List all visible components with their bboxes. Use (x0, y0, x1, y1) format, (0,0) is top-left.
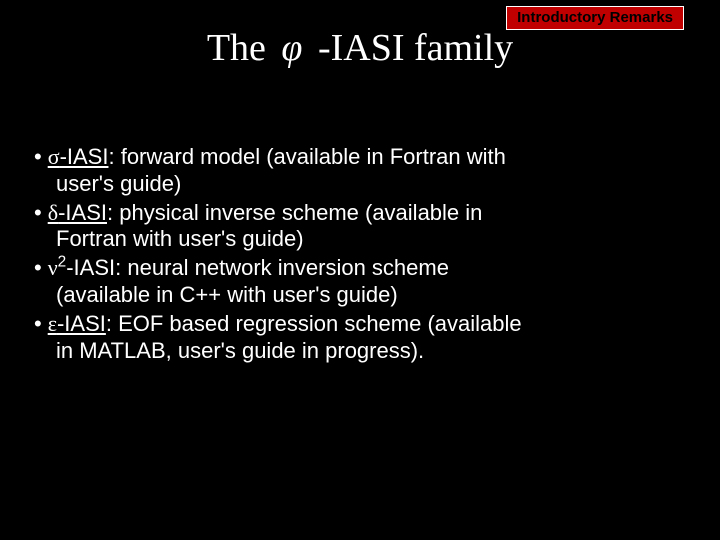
bullet-dot-icon: • (34, 144, 48, 169)
label-iasi: -IASI (66, 255, 115, 280)
bullet-dot-icon: • (34, 200, 48, 225)
bullet-text-cont: (available in C++ with user's guide) (56, 282, 398, 307)
greek-delta: δ (48, 200, 58, 225)
bullet-text-cont: Fortran with user's guide) (56, 226, 304, 251)
slide: Introductory Remarks The φ -IASI family … (0, 0, 720, 540)
label-iasi: -IASI (60, 144, 109, 169)
list-item: •ε-IASI: EOF based regression scheme (av… (34, 311, 692, 365)
list-item: •ν2-IASI: neural network inversion schem… (34, 255, 692, 309)
greek-epsilon: ε (48, 311, 57, 336)
list-item: •σ-IASI: forward model (available in For… (34, 144, 692, 198)
bullet-dot-icon: • (34, 255, 48, 280)
title-phi: φ (281, 27, 302, 69)
bullet-text-cont: user's guide) (56, 171, 181, 196)
slide-body: •σ-IASI: forward model (available in For… (34, 144, 692, 367)
label-iasi: -IASI (58, 200, 107, 225)
bullet-text: forward model (available in Fortran with (115, 144, 506, 169)
title-prefix: The (207, 26, 272, 70)
label-iasi: -IASI (57, 311, 106, 336)
greek-nu: ν (48, 255, 58, 280)
bullet-text: physical inverse scheme (available in (113, 200, 482, 225)
bullet-text: neural network inversion scheme (121, 255, 449, 280)
bullet-list: •σ-IASI: forward model (available in For… (34, 144, 692, 365)
superscript-2: 2 (58, 254, 67, 271)
slide-title: The φ -IASI family (0, 26, 720, 70)
title-suffix: -IASI family (312, 26, 513, 70)
bullet-text-cont: in MATLAB, user's guide in progress). (56, 338, 424, 363)
greek-sigma: σ (48, 144, 60, 169)
bullet-text: EOF based regression scheme (available (112, 311, 522, 336)
bullet-dot-icon: • (34, 311, 48, 336)
list-item: •δ-IASI: physical inverse scheme (availa… (34, 200, 692, 254)
